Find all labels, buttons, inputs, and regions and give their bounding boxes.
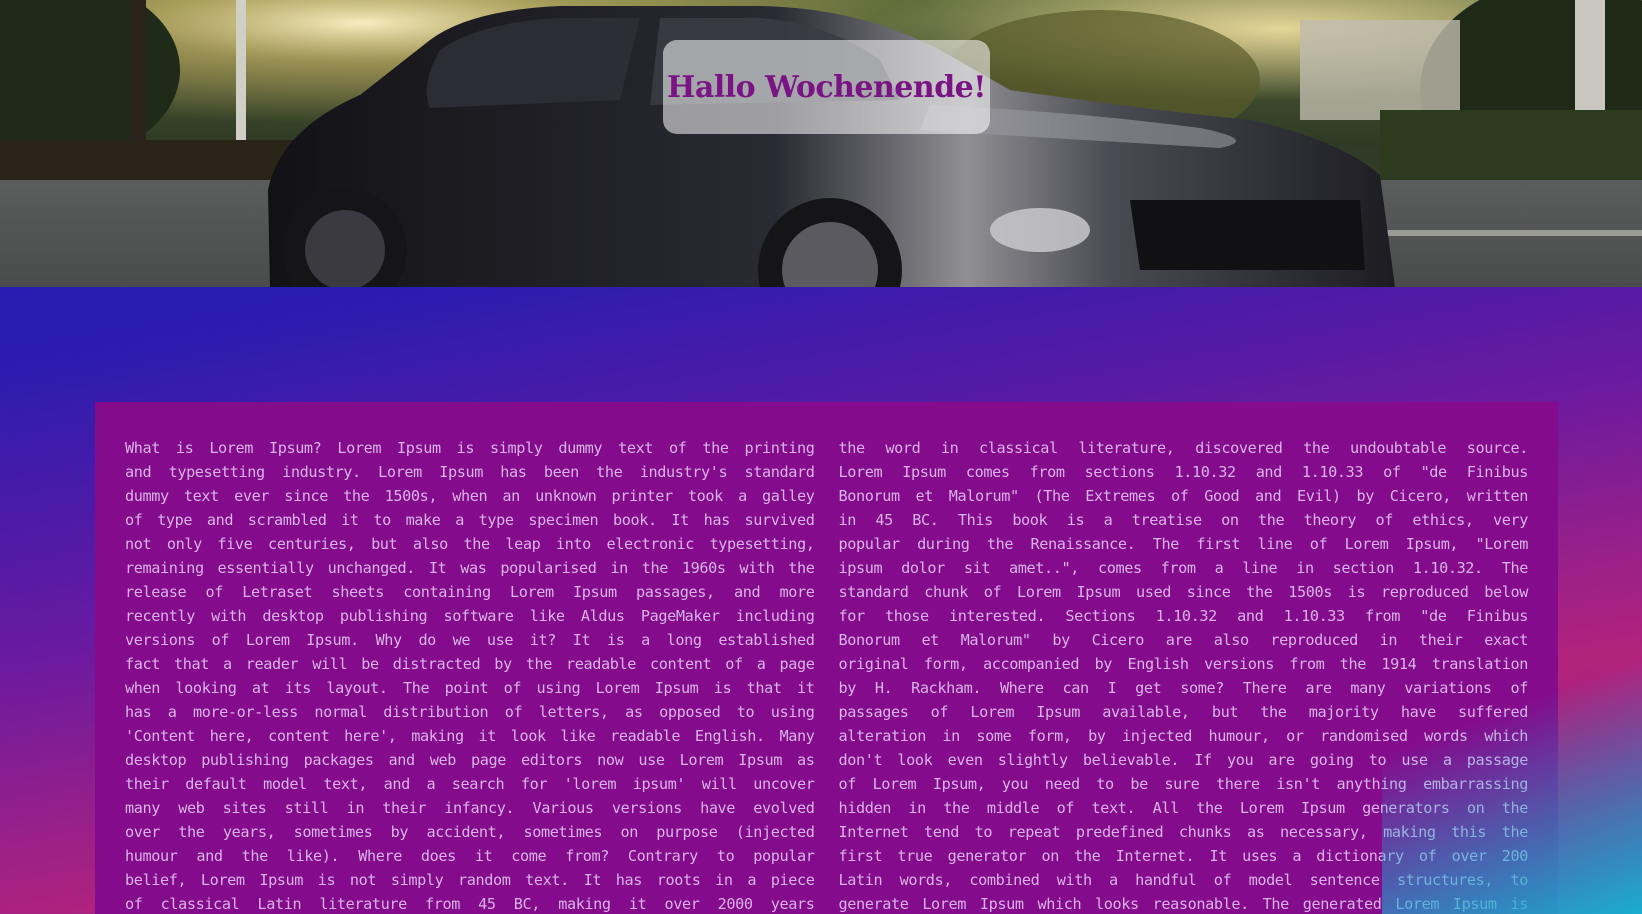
hero-banner: Hallo Wochenende! bbox=[0, 0, 1642, 287]
page-title: Hallo Wochenende! bbox=[667, 69, 986, 105]
content-card: What is Lorem Ipsum? Lorem Ipsum is simp… bbox=[95, 402, 1558, 914]
text-column-right: the word in classical literature, discov… bbox=[838, 439, 1529, 913]
text-column-left: What is Lorem Ipsum? Lorem Ipsum is simp… bbox=[125, 439, 815, 913]
title-box: Hallo Wochenende! bbox=[663, 40, 990, 134]
